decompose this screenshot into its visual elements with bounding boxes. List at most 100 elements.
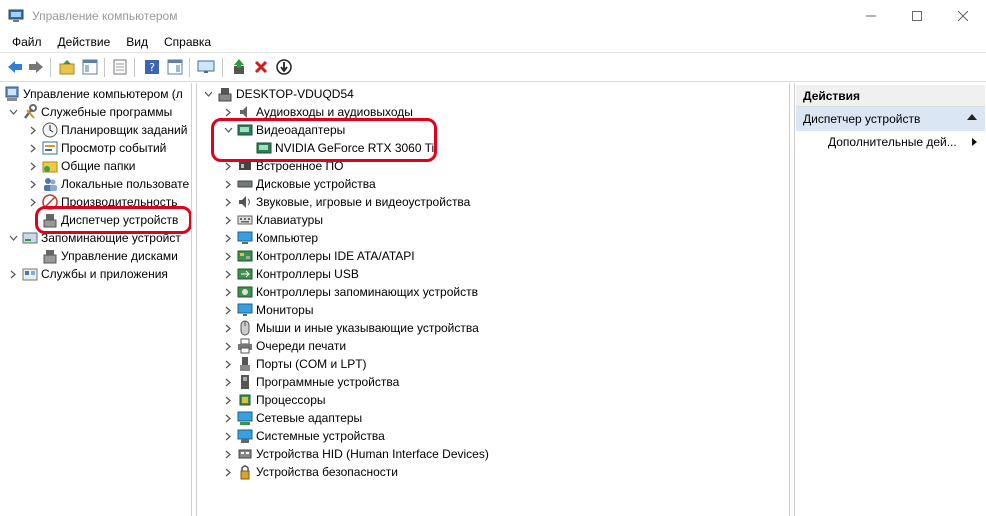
device-category-item[interactable]: Видеоадаптеры (237, 121, 345, 139)
chevron-right-icon[interactable] (223, 197, 233, 207)
mouse-icon (237, 320, 253, 336)
device-category-item[interactable]: Процессоры (237, 391, 326, 409)
device-category-item[interactable]: Аудиовходы и аудиовыходы (237, 103, 413, 121)
device-category-item[interactable]: Дисковые устройства (237, 175, 376, 193)
chevron-right-icon[interactable] (223, 413, 233, 423)
tree-label: Службы и приложения (41, 267, 168, 281)
chevron-right-icon[interactable] (8, 269, 18, 279)
device-category-item[interactable]: Системные устройства (237, 427, 385, 445)
device-manager-icon (42, 212, 58, 228)
menu-action[interactable]: Действие (50, 32, 119, 52)
services-icon (22, 266, 38, 282)
chevron-right-icon[interactable] (223, 377, 233, 387)
chevron-right-icon[interactable] (223, 215, 233, 225)
disk-drive-icon (237, 176, 253, 192)
back-arrow-icon[interactable] (6, 58, 24, 76)
chevron-right-icon[interactable] (223, 359, 233, 369)
monitor-icon[interactable] (197, 58, 215, 76)
device-category-item[interactable]: Компьютер (237, 229, 318, 247)
chevron-right-icon[interactable] (223, 341, 233, 351)
chevron-right-icon[interactable] (223, 323, 233, 333)
device-category-label: Встроенное ПО (256, 159, 344, 173)
device-category-label: Контроллеры запоминающих устройств (256, 285, 478, 299)
tree-item-task-scheduler[interactable]: Планировщик заданий (42, 121, 187, 139)
tree-item-local-users[interactable]: Локальные пользовате (42, 175, 189, 193)
device-category-item[interactable]: Устройства HID (Human Interface Devices) (237, 445, 489, 463)
menu-view[interactable]: Вид (118, 32, 156, 52)
tree-item-shared-folders[interactable]: Общие папки (42, 157, 135, 175)
menu-help[interactable]: Справка (156, 32, 219, 52)
chevron-right-icon[interactable] (223, 305, 233, 315)
more-actions-item[interactable]: Дополнительные дей... (828, 135, 978, 149)
tree-item-services-apps[interactable]: Службы и приложения (22, 265, 168, 283)
disable-device-icon[interactable] (275, 58, 293, 76)
show-actions-icon[interactable] (166, 58, 184, 76)
display-adapter-icon (256, 140, 272, 156)
tree-item-computer-name[interactable]: DESKTOP-VDUQD54 (217, 85, 354, 103)
chevron-right-icon[interactable] (223, 431, 233, 441)
chevron-right-icon[interactable] (223, 449, 233, 459)
chevron-right-icon[interactable] (223, 467, 233, 477)
chevron-right-icon[interactable] (223, 161, 233, 171)
device-category-item[interactable]: Контроллеры IDE ATA/ATAPI (237, 247, 415, 265)
actions-section-device-manager[interactable]: Диспетчер устройств (796, 107, 985, 131)
maximize-icon[interactable] (894, 0, 940, 32)
device-category-item[interactable]: Очереди печати (237, 337, 346, 355)
chevron-right-icon[interactable] (223, 269, 233, 279)
chevron-right-icon[interactable] (28, 161, 38, 171)
chevron-down-icon[interactable] (8, 107, 18, 117)
device-category-item[interactable]: Звуковые, игровые и видеоустройства (237, 193, 470, 211)
tree-root[interactable]: Управление компьютером (л (4, 85, 183, 103)
close-icon[interactable] (940, 0, 986, 32)
device-category-label: Процессоры (256, 393, 326, 407)
device-item-gpu[interactable]: NVIDIA GeForce RTX 3060 Ti (256, 139, 434, 157)
chevron-right-icon[interactable] (223, 395, 233, 405)
console-tree: Управление компьютером (л Служебные прог… (2, 83, 192, 516)
device-category-item[interactable]: Встроенное ПО (237, 157, 343, 175)
help-icon[interactable]: ? (143, 58, 161, 76)
up-folder-icon[interactable] (58, 58, 76, 76)
update-driver-icon[interactable] (230, 58, 248, 76)
minimize-icon[interactable] (848, 0, 894, 32)
window-title: Управление компьютером (32, 9, 178, 23)
chevron-right-icon[interactable] (28, 143, 38, 153)
display-adapter-icon (237, 122, 253, 138)
uninstall-icon[interactable] (252, 58, 270, 76)
disk-management-icon (42, 248, 58, 264)
device-category-item[interactable]: Мыши и иные указывающие устройства (237, 319, 479, 337)
properties-icon[interactable] (111, 58, 129, 76)
tree-item-event-viewer[interactable]: Просмотр событий (42, 139, 166, 157)
chevron-right-icon[interactable] (223, 107, 233, 117)
device-category-item[interactable]: Программные устройства (237, 373, 399, 391)
device-category-item[interactable]: Устройства безопасности (237, 463, 398, 481)
device-category-item[interactable]: Мониторы (237, 301, 313, 319)
chevron-down-icon[interactable] (8, 233, 18, 243)
show-tree-icon[interactable] (81, 58, 99, 76)
device-category-label: Мыши и иные указывающие устройства (256, 321, 479, 335)
forward-arrow-icon[interactable] (27, 58, 45, 76)
device-category-item[interactable]: Контроллеры USB (237, 265, 359, 283)
chevron-right-icon[interactable] (223, 287, 233, 297)
chevron-right-icon[interactable] (28, 197, 38, 207)
collapse-up-icon[interactable] (967, 114, 977, 120)
device-category-item[interactable]: Сетевые адаптеры (237, 409, 362, 427)
tree-item-disk-management[interactable]: Управление дисками (42, 247, 178, 265)
tree-item-performance[interactable]: Производительность (42, 193, 177, 211)
chevron-right-icon[interactable] (28, 125, 38, 135)
tree-item-system-tools[interactable]: Служебные программы (22, 103, 172, 121)
tree-label: Производительность (61, 195, 178, 209)
menu-file[interactable]: Файл (4, 32, 50, 52)
tree-item-device-manager[interactable]: Диспетчер устройств (42, 211, 178, 229)
device-category-item[interactable]: Контроллеры запоминающих устройств (237, 283, 478, 301)
chevron-down-icon[interactable] (223, 125, 233, 135)
device-category-item[interactable]: Порты (COM и LPT) (237, 355, 367, 373)
chevron-down-icon[interactable] (203, 89, 213, 99)
chevron-right-icon[interactable] (28, 179, 38, 189)
tree-item-storage[interactable]: Запоминающие устройст (22, 229, 181, 247)
device-category-item[interactable]: Клавиатуры (237, 211, 323, 229)
chevron-right-icon[interactable] (223, 233, 233, 243)
software-device-icon (237, 374, 253, 390)
sound-icon (237, 194, 253, 210)
chevron-right-icon[interactable] (223, 251, 233, 261)
chevron-right-icon[interactable] (223, 179, 233, 189)
